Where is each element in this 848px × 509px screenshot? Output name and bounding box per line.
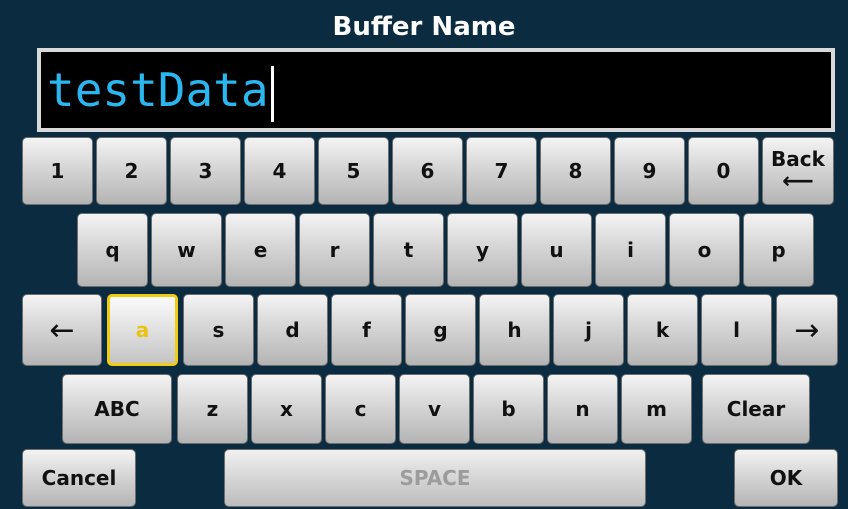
key-n[interactable]: n (547, 374, 618, 444)
input-value-wrap: testData (47, 55, 274, 125)
key-i[interactable]: i (595, 213, 666, 287)
key-2[interactable]: 2 (96, 137, 167, 205)
key-1[interactable]: 1 (22, 137, 93, 205)
clear-button[interactable]: Clear (702, 374, 810, 444)
key-x[interactable]: x (251, 374, 322, 444)
key-z[interactable]: z (177, 374, 248, 444)
key-9[interactable]: 9 (614, 137, 685, 205)
back-label-group: Back ⟵ (771, 149, 825, 193)
key-7[interactable]: 7 (466, 137, 537, 205)
space-button[interactable]: SPACE (224, 449, 646, 507)
text-caret (270, 65, 274, 122)
cancel-button[interactable]: Cancel (22, 449, 136, 507)
backspace-arrow-icon: ⟵ (782, 169, 814, 194)
key-8[interactable]: 8 (540, 137, 611, 205)
key-3[interactable]: 3 (170, 137, 241, 205)
page-title: Buffer Name (332, 12, 516, 42)
key-k[interactable]: k (627, 294, 698, 366)
key-w[interactable]: w (151, 213, 222, 287)
ok-button[interactable]: OK (734, 449, 838, 507)
key-s[interactable]: s (183, 294, 254, 366)
input-value: testData (47, 63, 269, 117)
key-v[interactable]: v (399, 374, 470, 444)
key-h[interactable]: h (479, 294, 550, 366)
key-t[interactable]: t (373, 213, 444, 287)
key-l[interactable]: l (701, 294, 772, 366)
key-q[interactable]: q (77, 213, 148, 287)
keyboard-screen: Buffer Name testData 1 2 3 4 5 6 7 8 9 0… (0, 0, 848, 509)
cursor-left-button[interactable]: ← (22, 294, 102, 366)
back-button[interactable]: Back ⟵ (762, 137, 834, 205)
key-6[interactable]: 6 (392, 137, 463, 205)
key-e[interactable]: e (225, 213, 296, 287)
key-4[interactable]: 4 (244, 137, 315, 205)
right-arrow-icon: → (794, 312, 820, 348)
key-j[interactable]: j (553, 294, 624, 366)
key-5[interactable]: 5 (318, 137, 389, 205)
key-a[interactable]: a (107, 294, 178, 366)
back-label: Back (771, 147, 825, 171)
key-y[interactable]: y (447, 213, 518, 287)
key-0[interactable]: 0 (688, 137, 759, 205)
key-r[interactable]: r (299, 213, 370, 287)
key-m[interactable]: m (621, 374, 692, 444)
buffer-name-input[interactable]: testData (37, 48, 835, 132)
key-g[interactable]: g (405, 294, 476, 366)
cursor-right-button[interactable]: → (776, 294, 838, 366)
key-d[interactable]: d (257, 294, 328, 366)
key-p[interactable]: p (743, 213, 814, 287)
left-arrow-icon: ← (49, 312, 75, 348)
key-f[interactable]: f (331, 294, 402, 366)
key-b[interactable]: b (473, 374, 544, 444)
key-u[interactable]: u (521, 213, 592, 287)
key-o[interactable]: o (669, 213, 740, 287)
abc-button[interactable]: ABC (62, 374, 172, 444)
key-c[interactable]: c (325, 374, 396, 444)
